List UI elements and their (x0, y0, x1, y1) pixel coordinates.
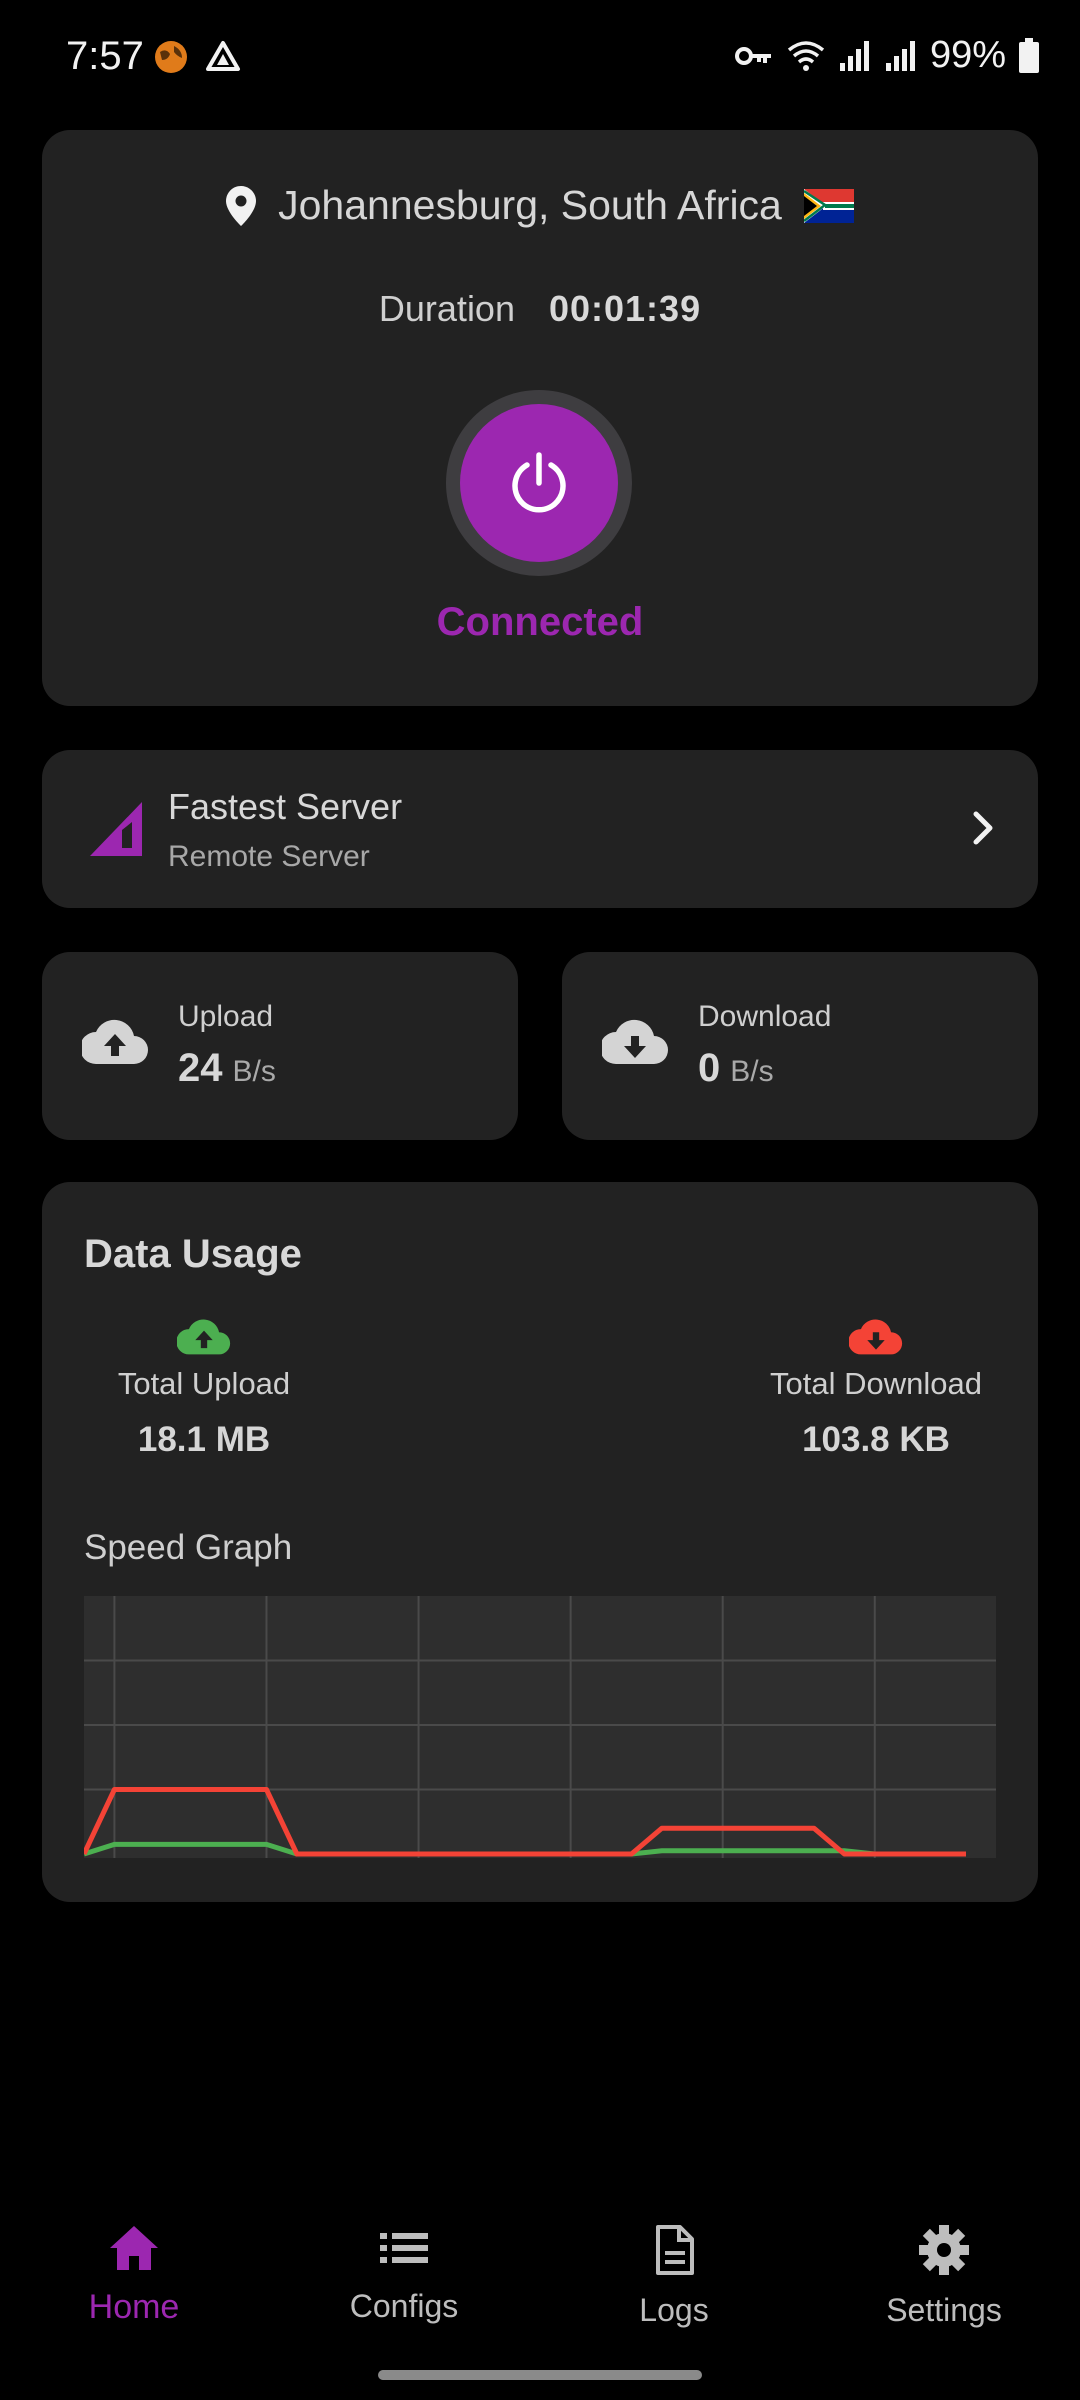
data-usage-title: Data Usage (84, 1232, 302, 1276)
upload-unit: B/s (232, 1055, 276, 1088)
cloud-upload-green-icon (177, 1319, 231, 1355)
power-button-ring (446, 390, 632, 576)
data-usage-card: Data Usage Total Upload 18.1 MB Total Do… (42, 1182, 1038, 1902)
power-button[interactable] (460, 404, 618, 562)
connection-card: Johannesburg, South Africa Duration 00:0… (42, 130, 1038, 706)
download-value: 0 B/s (698, 1046, 774, 1091)
duration-value: 00:01:39 (548, 288, 702, 329)
total-upload-label: Total Upload (117, 1366, 291, 1401)
nav-configs[interactable]: Configs (304, 2224, 504, 2325)
list-icon (380, 2233, 428, 2263)
download-unit: B/s (730, 1055, 774, 1088)
total-download-label: Total Download (770, 1366, 982, 1401)
home-indicator[interactable] (378, 2370, 702, 2380)
status-bar: 7:57 99% (0, 0, 1080, 120)
total-download-value: 103.8 KB (802, 1420, 950, 1459)
battery-icon (1019, 37, 1039, 73)
nav-home[interactable]: Home (34, 2224, 234, 2327)
nav-logs-label: Logs (639, 2292, 709, 2328)
nav-settings[interactable]: Settings (844, 2224, 1044, 2329)
gear-icon (919, 2225, 969, 2275)
upload-speed-card: Upload 24 B/s (42, 952, 518, 1140)
status-time: 7:57 (66, 34, 144, 78)
notification-icons (152, 38, 242, 76)
server-title: Fastest Server (168, 786, 403, 827)
location-text: Johannesburg, South Africa (278, 182, 782, 228)
bottom-navigation: Home Configs Logs Settings (0, 2210, 1080, 2360)
total-upload: Total Upload 18.1 MB (84, 1318, 324, 1460)
nav-home-label: Home (88, 2288, 180, 2326)
download-speed-card: Download 0 B/s (562, 952, 1038, 1140)
server-subtitle: Remote Server (168, 840, 370, 873)
drive-notification-icon (206, 41, 240, 71)
south-africa-flag-icon (803, 188, 854, 223)
power-icon (512, 452, 566, 513)
cloud-download-icon (602, 1019, 668, 1064)
nav-logs[interactable]: Logs (574, 2224, 774, 2329)
total-download: Total Download 103.8 KB (756, 1318, 996, 1460)
connection-status: Connected (436, 600, 644, 644)
signal-icon (839, 40, 869, 71)
globe-notification-icon (155, 41, 187, 73)
download-label: Download (698, 1000, 832, 1033)
speed-graph (84, 1596, 996, 1858)
nav-settings-label: Settings (886, 2292, 1002, 2328)
server-selector[interactable]: Fastest Server Remote Server (42, 750, 1038, 908)
home-icon (110, 2226, 158, 2270)
upload-label: Upload (178, 1000, 274, 1033)
download-number: 0 (698, 1046, 721, 1090)
chevron-right-icon (973, 811, 993, 845)
signal-strength-icon (90, 802, 142, 856)
total-upload-value: 18.1 MB (137, 1420, 271, 1459)
location-pin-icon (226, 185, 257, 226)
location-row: Johannesburg, South Africa (42, 182, 1038, 229)
duration-row: Duration 00:01:39 (42, 288, 1038, 330)
signal-icon (885, 40, 915, 71)
speed-graph-title: Speed Graph (84, 1528, 293, 1567)
document-icon (656, 2225, 694, 2275)
cloud-download-red-icon (849, 1319, 903, 1355)
system-status-icons: 99% (734, 34, 1040, 77)
nav-configs-label: Configs (349, 2288, 459, 2324)
cloud-upload-icon (82, 1019, 148, 1064)
duration-label: Duration (378, 288, 515, 329)
battery-percent: 99% (929, 34, 1006, 76)
wifi-icon (787, 40, 825, 71)
graph-background (84, 1596, 996, 1858)
upload-number: 24 (178, 1046, 223, 1090)
upload-value: 24 B/s (178, 1046, 276, 1091)
vpn-key-icon (734, 46, 771, 65)
